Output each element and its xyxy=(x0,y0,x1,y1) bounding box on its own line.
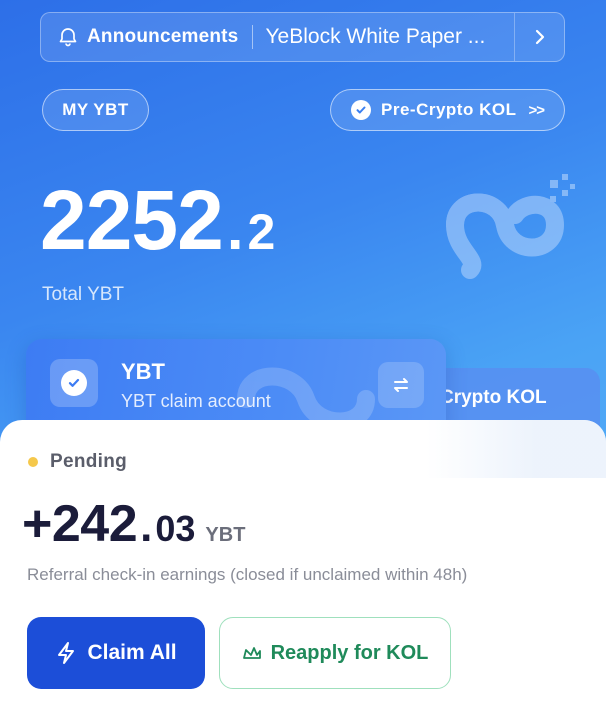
chevron-right-icon[interactable] xyxy=(514,13,564,61)
lightning-icon xyxy=(58,642,75,664)
balance-integer: 2252 xyxy=(40,173,224,267)
pre-crypto-kol-button[interactable]: Pre-Crypto KOL >> xyxy=(330,89,565,131)
pre-crypto-kol-label: Pre-Crypto KOL xyxy=(381,100,517,119)
announcement-message[interactable]: YeBlock White Paper ... xyxy=(265,25,514,49)
announcement-label: Announcements xyxy=(87,26,239,47)
announcement-bar[interactable]: Announcements YeBlock White Paper ... xyxy=(40,12,565,62)
balance-decimal-point: . xyxy=(226,195,244,262)
pending-description: Referral check-in earnings (closed if un… xyxy=(27,565,468,584)
reapply-label: Reapply for KOL xyxy=(270,641,429,664)
pending-amount-decimal-point: . xyxy=(140,502,153,551)
my-ybt-label: MY YBT xyxy=(62,100,129,119)
pending-sheet: Pending +242 . 03 YBT Referral check-in … xyxy=(0,420,606,702)
pending-dot-icon xyxy=(28,457,38,467)
sheet-fade xyxy=(426,420,606,478)
claim-all-button[interactable]: Claim All xyxy=(27,617,205,689)
verified-check-icon xyxy=(351,100,371,120)
total-balance-label: Total YBT xyxy=(42,284,125,305)
pending-amount-decimal: 03 xyxy=(155,508,196,549)
ybt-token-icon xyxy=(50,359,98,407)
reapply-kol-button[interactable]: Reapply for KOL xyxy=(219,617,451,689)
pending-amount-unit: YBT xyxy=(205,524,246,546)
divider xyxy=(252,25,254,49)
double-chevron-icon: >> xyxy=(528,101,545,119)
brand-logo-watermark xyxy=(445,174,575,279)
claim-all-label: Claim All xyxy=(87,641,177,664)
pending-label: Pending xyxy=(50,451,128,472)
ybt-card-subtitle: YBT claim account xyxy=(121,391,271,411)
my-ybt-tab[interactable]: MY YBT xyxy=(42,89,149,131)
bell-icon xyxy=(57,26,79,48)
ybt-card-title: YBT xyxy=(121,359,165,384)
crypto-kol-card-title: Crypto KOL xyxy=(440,387,547,408)
total-balance: 2252 . 2 xyxy=(40,178,275,262)
crown-icon xyxy=(242,647,261,659)
swap-icon[interactable] xyxy=(378,362,424,408)
pending-amount-integer: +242 xyxy=(22,495,138,553)
pending-status: Pending xyxy=(28,451,127,473)
pending-amount: +242 . 03 YBT xyxy=(22,498,245,550)
balance-decimal: 2 xyxy=(247,204,276,260)
